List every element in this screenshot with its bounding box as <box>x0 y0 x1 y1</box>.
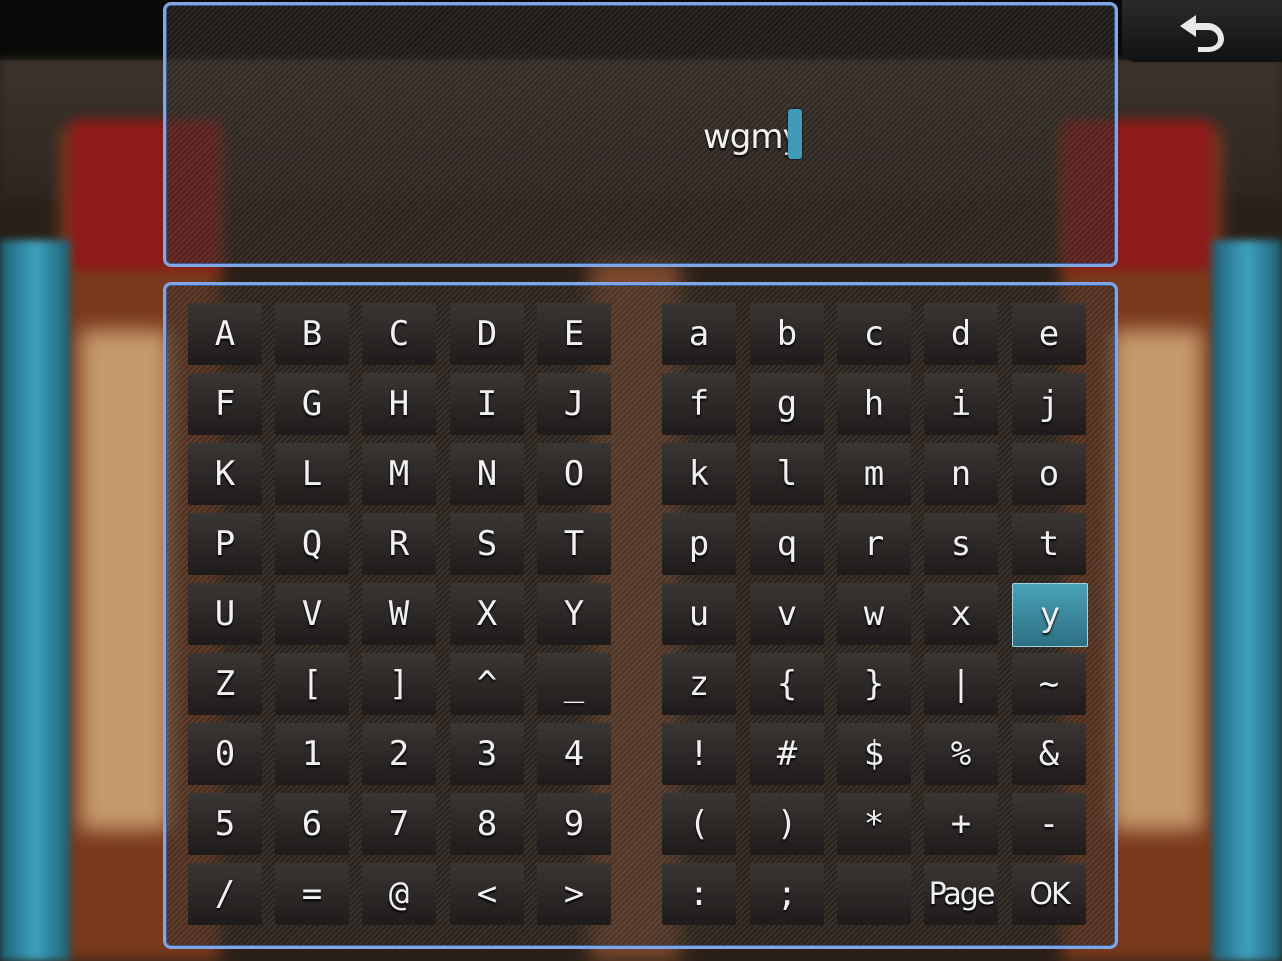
key-char[interactable]: A <box>188 303 262 365</box>
key-char[interactable]: T <box>537 513 611 575</box>
key-char[interactable]: x <box>924 583 998 645</box>
key-char[interactable]: K <box>188 443 262 505</box>
key-char[interactable]: ; <box>750 863 824 925</box>
key-char[interactable]: W <box>362 583 436 645</box>
key-char[interactable]: y <box>1012 583 1088 647</box>
key-char[interactable]: / <box>188 863 262 925</box>
key-char[interactable]: j <box>1012 373 1086 435</box>
key-char[interactable]: [ <box>275 653 349 715</box>
key-char[interactable]: < <box>450 863 524 925</box>
key-char[interactable]: g <box>750 373 824 435</box>
key-char[interactable]: 9 <box>537 793 611 855</box>
key-char[interactable]: $ <box>837 723 911 785</box>
key-char[interactable]: r <box>837 513 911 575</box>
key-char[interactable]: } <box>837 653 911 715</box>
key-char[interactable]: { <box>750 653 824 715</box>
key-char[interactable]: k <box>662 443 736 505</box>
key-char[interactable]: & <box>1012 723 1086 785</box>
key-char[interactable]: = <box>275 863 349 925</box>
name-input-value[interactable]: wgmy <box>703 117 803 157</box>
key-char[interactable]: u <box>662 583 736 645</box>
key-char[interactable]: | <box>924 653 998 715</box>
key-char[interactable]: f <box>662 373 736 435</box>
key-char[interactable]: w <box>837 583 911 645</box>
key-char[interactable]: a <box>662 303 736 365</box>
key-char[interactable]: + <box>924 793 998 855</box>
keyboard-panel: ABCDEabcde FGHIJfghij KLMNOklmno PQRSTpqrst… <box>163 282 1118 949</box>
key-char[interactable]: D <box>450 303 524 365</box>
key-char[interactable]: o <box>1012 443 1086 505</box>
key-char[interactable]: ) <box>750 793 824 855</box>
key-char[interactable]: I <box>450 373 524 435</box>
key-char[interactable]: U <box>188 583 262 645</box>
key-char[interactable]: H <box>362 373 436 435</box>
key-char[interactable]: C <box>362 303 436 365</box>
key-char[interactable]: b <box>750 303 824 365</box>
key-char[interactable]: z <box>662 653 736 715</box>
key-char[interactable]: P <box>188 513 262 575</box>
key-char[interactable]: M <box>362 443 436 505</box>
key-char[interactable]: G <box>275 373 349 435</box>
key-char[interactable]: L <box>275 443 349 505</box>
key-char[interactable]: h <box>837 373 911 435</box>
text-cursor <box>788 109 802 159</box>
key-char[interactable]: R <box>362 513 436 575</box>
key-char[interactable]: N <box>450 443 524 505</box>
key-char[interactable]: % <box>924 723 998 785</box>
key-char[interactable]: S <box>450 513 524 575</box>
key-char[interactable]: d <box>924 303 998 365</box>
key-char[interactable]: _ <box>537 653 611 715</box>
key-char[interactable]: 8 <box>450 793 524 855</box>
key-char[interactable]: 0 <box>188 723 262 785</box>
key-char[interactable]: 7 <box>362 793 436 855</box>
key-char[interactable]: 6 <box>275 793 349 855</box>
back-button[interactable] <box>1122 0 1282 62</box>
key-char[interactable]: v <box>750 583 824 645</box>
key-char[interactable]: s <box>924 513 998 575</box>
key-char[interactable]: 2 <box>362 723 436 785</box>
key-char[interactable]: - <box>1012 793 1086 855</box>
key-char[interactable]: c <box>837 303 911 365</box>
key-char[interactable]: > <box>537 863 611 925</box>
key-blank[interactable] <box>837 863 911 925</box>
key-char[interactable]: ^ <box>450 653 524 715</box>
key-char[interactable]: Y <box>537 583 611 645</box>
key-char[interactable]: * <box>837 793 911 855</box>
key-char[interactable]: X <box>450 583 524 645</box>
key-char[interactable]: Z <box>188 653 262 715</box>
key-page[interactable]: Page <box>924 863 998 925</box>
key-char[interactable]: q <box>750 513 824 575</box>
back-arrow-icon <box>1180 15 1224 52</box>
key-char[interactable]: : <box>662 863 736 925</box>
key-char[interactable]: O <box>537 443 611 505</box>
key-char[interactable]: B <box>275 303 349 365</box>
key-char[interactable]: Q <box>275 513 349 575</box>
key-char[interactable]: E <box>537 303 611 365</box>
key-char[interactable]: V <box>275 583 349 645</box>
key-char[interactable]: m <box>837 443 911 505</box>
key-char[interactable]: ] <box>362 653 436 715</box>
key-char[interactable]: F <box>188 373 262 435</box>
key-char[interactable]: @ <box>362 863 436 925</box>
key-char[interactable]: 3 <box>450 723 524 785</box>
text-input-panel: wgmy <box>163 2 1118 267</box>
key-char[interactable]: l <box>750 443 824 505</box>
key-ok[interactable]: OK <box>1012 863 1086 925</box>
key-char[interactable]: # <box>750 723 824 785</box>
key-char[interactable]: n <box>924 443 998 505</box>
key-char[interactable]: p <box>662 513 736 575</box>
key-char[interactable]: t <box>1012 513 1086 575</box>
key-char[interactable]: J <box>537 373 611 435</box>
key-char[interactable]: 5 <box>188 793 262 855</box>
key-char[interactable]: i <box>924 373 998 435</box>
key-char[interactable]: ( <box>662 793 736 855</box>
key-char[interactable]: 1 <box>275 723 349 785</box>
key-char[interactable]: 4 <box>537 723 611 785</box>
key-char[interactable]: e <box>1012 303 1086 365</box>
key-char[interactable]: ~ <box>1012 653 1086 715</box>
key-char[interactable]: ! <box>662 723 736 785</box>
